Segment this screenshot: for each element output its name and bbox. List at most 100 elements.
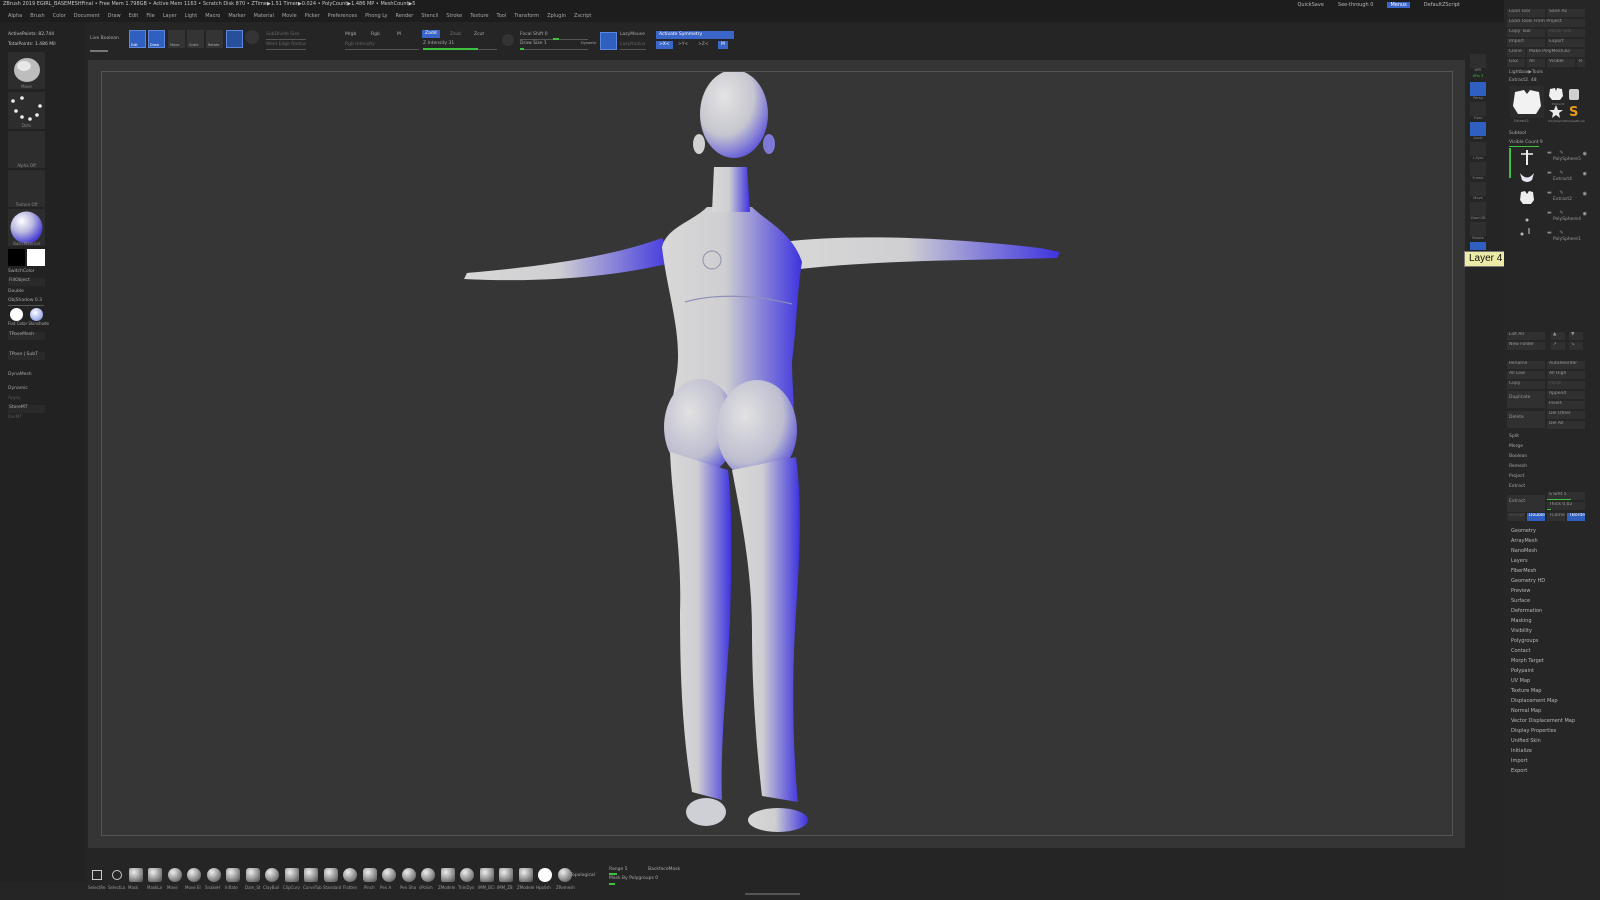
default-zscript-button[interactable]: DefaultZScript	[1424, 2, 1460, 8]
goz-all-button[interactable]: All	[1527, 59, 1545, 67]
merge-menu[interactable]: Merge	[1509, 444, 1523, 449]
rgb-button[interactable]: Rgb	[371, 32, 380, 37]
subtool-toggles[interactable]: ▬ ✎	[1547, 190, 1567, 196]
export-tool-button[interactable]: Export	[1547, 39, 1585, 47]
double-toggle[interactable]: Double	[1527, 513, 1545, 521]
store-mt-button[interactable]: StoreMT	[8, 405, 45, 413]
main-color-swatch[interactable]	[27, 249, 45, 266]
subtool-item[interactable]: ▬ ✎ ◉ PolySphere5	[1509, 148, 1587, 178]
menu-export[interactable]: Export	[1511, 768, 1527, 774]
menu-morph-target[interactable]: Morph Target	[1511, 658, 1544, 664]
menu-import[interactable]: Import	[1511, 758, 1528, 764]
menu-contact[interactable]: Contact	[1511, 648, 1530, 654]
mask-lasso-brush-icon[interactable]	[148, 868, 162, 882]
menu-file[interactable]: File	[146, 13, 154, 19]
menu-initialize[interactable]: Initialize	[1511, 748, 1532, 754]
menu-fibermesh[interactable]: FiberMesh	[1511, 568, 1536, 574]
rgb-intensity-slider[interactable]: Rgb Intensity	[345, 42, 375, 47]
menu-layers[interactable]: Layers	[1511, 558, 1528, 564]
zadd-button[interactable]: Zadd	[422, 30, 440, 38]
zsub-button[interactable]: Zsub	[450, 32, 461, 37]
dynamic-button[interactable]: Dynamic	[581, 41, 596, 45]
project-menu[interactable]: Project	[1509, 474, 1524, 479]
rotate-view-button[interactable]	[1470, 222, 1486, 236]
sym-y-button[interactable]: >Y<	[678, 42, 688, 47]
select-rect-icon[interactable]	[92, 870, 102, 880]
delete-button[interactable]: Delete	[1507, 411, 1545, 428]
focal-shift-slider[interactable]: Focal Shift 0	[520, 32, 548, 37]
menu-zscript[interactable]: Zscript	[574, 13, 591, 19]
menu-vector-displacement-map[interactable]: Vector Displacement Map	[1511, 718, 1575, 724]
menu-picker[interactable]: Picker	[305, 13, 320, 19]
menu-macro[interactable]: Macro	[205, 13, 220, 19]
trimdynamic-brush-icon[interactable]	[460, 868, 474, 882]
subtool-toggles[interactable]: ▬ ✎	[1547, 230, 1567, 236]
menu-surface[interactable]: Surface	[1511, 598, 1530, 604]
menu-stroke[interactable]: Stroke	[446, 13, 462, 19]
tborder-toggle[interactable]: TBorder	[1567, 513, 1585, 521]
hpolish-brush-icon[interactable]	[538, 868, 552, 882]
menu-unified-skin[interactable]: Unified Skin	[1511, 738, 1541, 744]
draw-size-slider[interactable]: Draw Size 1	[520, 41, 547, 46]
append-button[interactable]: Append	[1547, 391, 1585, 399]
copy-subtool-button[interactable]: Copy	[1507, 381, 1545, 389]
menu-layer[interactable]: Layer	[163, 13, 177, 19]
load-tool-button[interactable]: Load Tool	[1507, 9, 1545, 17]
sym-z-button[interactable]: >Z<	[698, 42, 709, 47]
split-menu[interactable]: Split	[1509, 434, 1519, 439]
z-intensity-slider[interactable]: Z Intensity 31	[423, 41, 454, 46]
secondary-color-swatch[interactable]	[8, 249, 25, 266]
tool-thumb-extract2-small[interactable]	[1548, 86, 1564, 102]
mask-brush-icon[interactable]	[129, 868, 143, 882]
extract-button[interactable]: Extract	[1507, 495, 1545, 512]
select-lasso-icon[interactable]	[112, 870, 122, 880]
menu-display-properties[interactable]: Display Properties	[1511, 728, 1556, 734]
spolish-brush-icon[interactable]	[421, 868, 435, 882]
load-tools-from-project-button[interactable]: Load Tools From Project	[1507, 19, 1585, 27]
menu-displacement-map[interactable]: Displacement Map	[1511, 698, 1558, 704]
clone-button[interactable]: Clone	[1507, 49, 1525, 57]
menu-document[interactable]: Document	[74, 13, 100, 19]
range-slider[interactable]: Range 5	[609, 867, 628, 872]
menu-preview[interactable]: Preview	[1511, 588, 1530, 594]
extract-menu[interactable]: Extract	[1509, 484, 1525, 489]
lazy-mouse-icon[interactable]	[600, 32, 617, 50]
subtool-item[interactable]: ▬ ✎ ◉ Extract2	[1509, 188, 1587, 207]
tool-thumb-extract2-large[interactable]	[1510, 86, 1544, 118]
move-up-arrow-icon[interactable]: ▲	[1551, 332, 1565, 340]
snakehook-brush-icon[interactable]	[207, 868, 221, 882]
xpose-button[interactable]	[1470, 242, 1486, 250]
menu-brush[interactable]: Brush	[30, 13, 44, 19]
visibility-eye-icon[interactable]: ◉	[1583, 191, 1587, 197]
persp-button[interactable]	[1470, 82, 1486, 96]
all-high-button[interactable]: All High	[1547, 371, 1585, 379]
subtool-item[interactable]: ▬ ✎ ◉ Extract4	[1509, 168, 1587, 187]
menu-visibility[interactable]: Visibility	[1511, 628, 1532, 634]
copy-tool-button[interactable]: Copy Tool	[1507, 29, 1545, 37]
local-button[interactable]	[1470, 122, 1486, 136]
menu-movie[interactable]: Movie	[282, 13, 297, 19]
transp-button[interactable]	[245, 30, 259, 44]
menu-preferences[interactable]: Preferences	[328, 13, 357, 19]
floor-button[interactable]	[1470, 102, 1486, 116]
menu-uv-map[interactable]: UV Map	[1511, 678, 1530, 684]
move-elastic-brush-icon[interactable]	[187, 868, 201, 882]
tool-thumb-polymesh3d[interactable]	[1566, 86, 1582, 102]
move-brush-shelf-icon[interactable]	[168, 868, 182, 882]
menu-arraymesh[interactable]: ArrayMesh	[1511, 538, 1538, 544]
menu-polypaint[interactable]: Polypaint	[1511, 668, 1534, 674]
goz-visible-button[interactable]: Visible	[1547, 59, 1575, 67]
remesh-menu[interactable]: Remesh	[1509, 464, 1527, 469]
zcut-button[interactable]: Zcut	[474, 32, 484, 37]
tpose-mesh-button[interactable]: TPoseMesh	[8, 332, 45, 340]
paste-tool-button[interactable]: Paste Tool	[1547, 29, 1585, 37]
tool-thumb-star[interactable]	[1548, 104, 1564, 118]
menus-toggle[interactable]: Menus	[1387, 2, 1410, 8]
make-polymesh3d-button[interactable]: Make PolyMesh3D	[1527, 49, 1585, 57]
subtool-header[interactable]: Subtool	[1509, 131, 1526, 136]
rename-button[interactable]: Rename	[1507, 361, 1545, 369]
tpose-subt-button[interactable]: TPose | SubT	[8, 352, 45, 360]
menu-deformation[interactable]: Deformation	[1511, 608, 1542, 614]
quicksave-button[interactable]: QuickSave	[1297, 2, 1323, 8]
menu-normal-map[interactable]: Normal Map	[1511, 708, 1541, 714]
